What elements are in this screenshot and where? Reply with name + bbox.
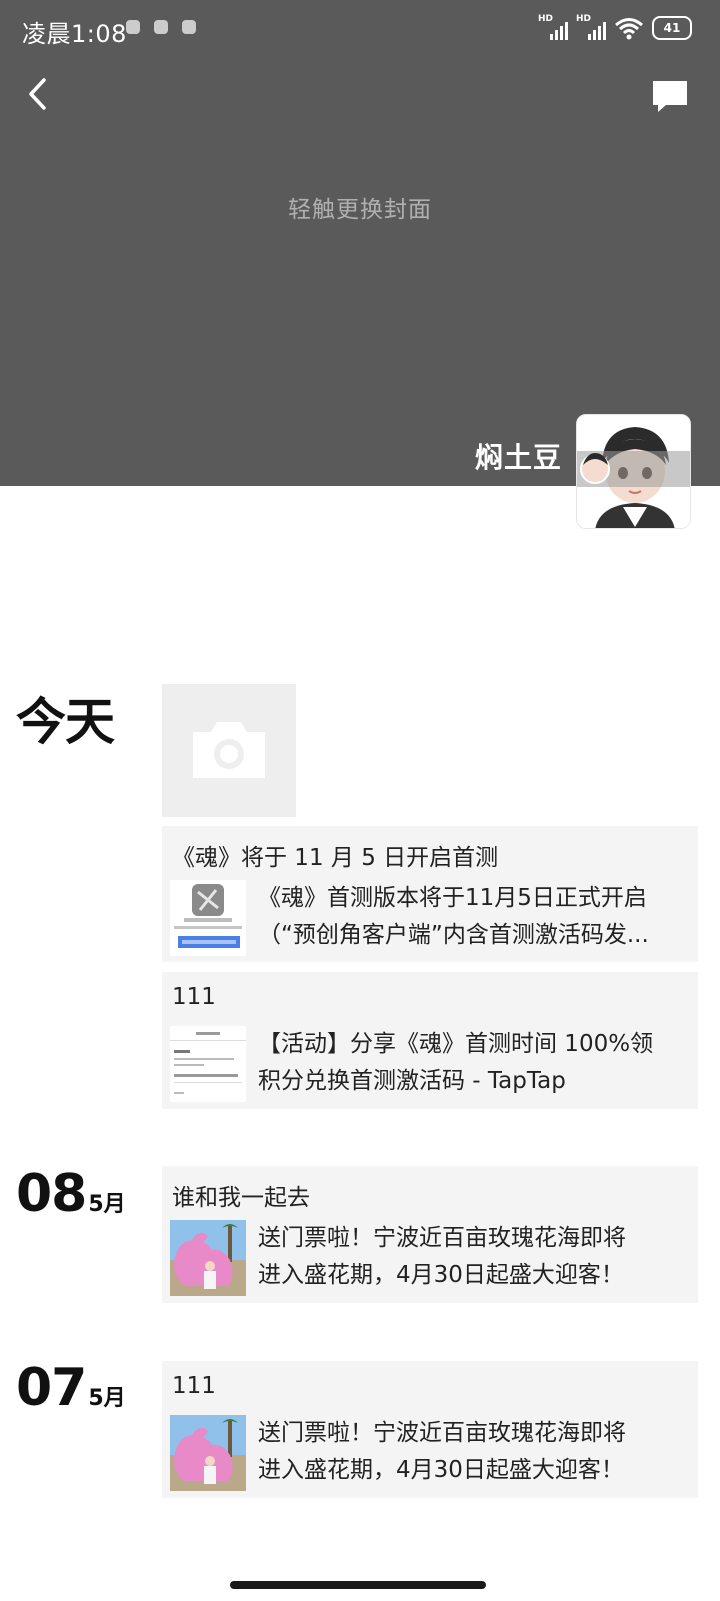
moment-card[interactable]: 《魂》将于 11 月 5 日开启首测 《魂》首测版本将于11月5日正式开启 （“…: [162, 826, 698, 962]
battery-icon: 41: [652, 16, 692, 40]
date-month: 5月: [88, 1192, 126, 1217]
camera-icon: [193, 722, 265, 778]
status-bar: 凌晨1:08 HD HD 41: [0, 0, 720, 60]
date-day: 07: [16, 1358, 87, 1418]
notification-icon: [126, 20, 140, 34]
link-title-line: 送门票啦！宁波近百亩玫瑰花海即将: [258, 1225, 626, 1251]
link-title-line: 积分兑换首测激活码 - TapTap: [258, 1068, 566, 1094]
home-indicator[interactable]: [230, 1581, 486, 1589]
wifi-icon: [615, 18, 643, 40]
signal-icon: HD: [576, 14, 606, 40]
cover-hint[interactable]: 轻触更换封面: [0, 190, 720, 224]
notification-icon: [154, 20, 168, 34]
notification-icon: [182, 20, 196, 34]
notification-icons: [126, 20, 196, 34]
link-thumbnail: [170, 1026, 246, 1102]
link-title-line: （“预创角客户端”内含首测激活码发...: [258, 922, 649, 948]
moment-title: 111: [172, 1373, 216, 1399]
link-title-line: 送门票啦！宁波近百亩玫瑰花海即将: [258, 1420, 626, 1446]
back-icon[interactable]: [22, 74, 56, 114]
date-header: 085月: [16, 1164, 126, 1224]
link-thumbnail: [170, 1220, 246, 1296]
date-header-today: 今天: [16, 682, 115, 754]
profile-name: 焖土豆: [474, 441, 562, 474]
moment-card[interactable]: 谁和我一起去 送门票啦！宁波近百亩玫瑰花海即将 进入盛花期，4月30日起盛大迎客…: [162, 1166, 698, 1303]
link-thumbnail: [170, 880, 246, 956]
date-month: 5月: [88, 1386, 126, 1411]
link-title-line: 进入盛花期，4月30日起盛大迎客！: [258, 1262, 624, 1288]
date-label: 今天: [16, 693, 115, 751]
moment-title: 谁和我一起去: [172, 1185, 310, 1211]
add-photo-button[interactable]: [162, 684, 296, 817]
date-day: 08: [16, 1164, 87, 1224]
avatar[interactable]: [576, 414, 691, 529]
message-icon[interactable]: [650, 78, 690, 114]
moment-card[interactable]: 111 送门票啦！宁波近百亩玫瑰花海即将 进入盛花期，4月30日起盛大迎客！: [162, 1361, 698, 1498]
signal-icon: HD: [538, 14, 568, 40]
link-title-line: 《魂》首测版本将于11月5日正式开启: [258, 885, 647, 911]
link-title-line: 【活动】分享《魂》首测时间 100%领: [258, 1031, 654, 1057]
link-title-line: 进入盛花期，4月30日起盛大迎客！: [258, 1457, 624, 1483]
status-indicators: HD HD 41: [538, 14, 692, 40]
date-header: 075月: [16, 1358, 126, 1418]
status-time: 凌晨1:08: [22, 20, 127, 48]
moment-title: 111: [172, 984, 216, 1010]
moment-title: 《魂》将于 11 月 5 日开启首测: [172, 845, 499, 871]
moment-card[interactable]: 111 【活动】分享《魂》首测时间 100%领 积分兑换首测激活码 - TapT…: [162, 972, 698, 1109]
link-thumbnail: [170, 1415, 246, 1491]
